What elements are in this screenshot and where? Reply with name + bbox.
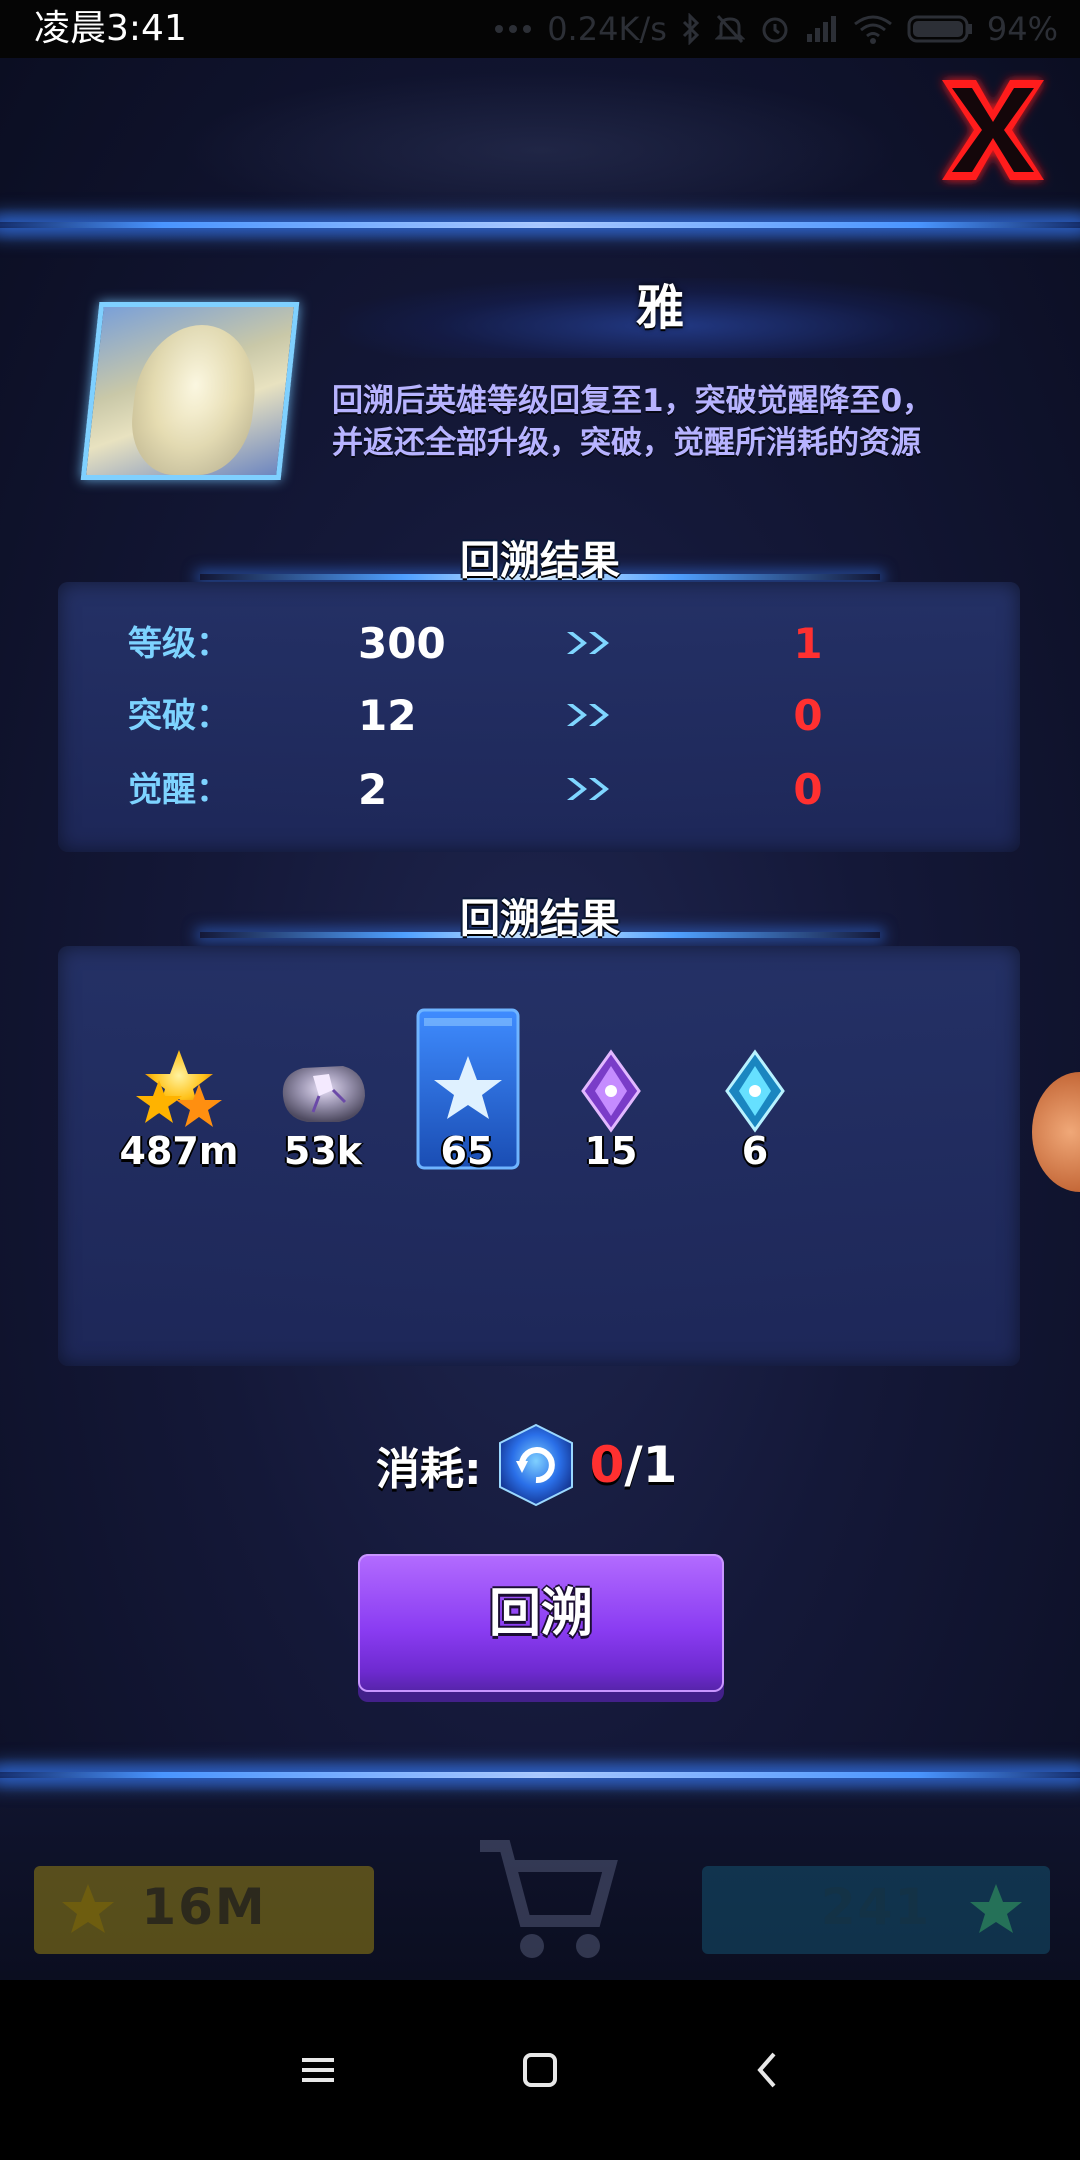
stat-old-value: 12 [358,691,417,740]
stat-row-awakening: 觉醒： 2 0 [58,760,1020,820]
resource-item[interactable]: 487m [104,1006,254,1196]
star-icon [970,1884,1022,1933]
menu-icon [302,2058,334,2082]
status-time: 凌晨3:41 [34,8,187,49]
cyan-crystal-icon [725,1049,785,1133]
resources-panel: 487m 53k 65 15 6 [58,946,1020,1366]
double-arrow-icon [567,632,609,654]
close-button[interactable] [928,70,1058,190]
back-icon [757,2052,776,2088]
background-star-bar: 241 [702,1866,1050,1954]
stat-old-value: 2 [358,765,388,814]
cost-need-value: /1 [624,1436,678,1494]
cost-row: 消耗: 0 /1 [376,1420,677,1510]
hero-description: 回溯后英雄等级回复至1，突破觉醒降至0， 并返还全部升级，突破，觉醒所消耗的资源 [332,383,934,461]
stats-panel: 等级： 300 1 突破： 12 0 觉醒： 2 0 [58,582,1020,852]
stat-row-breakthrough: 突破： 12 0 [58,686,1020,746]
hero-name: 雅 [635,280,684,336]
home-icon [523,2053,557,2087]
stat-label: 等级： [128,624,230,664]
stat-new-value: 0 [793,691,823,740]
resource-item[interactable]: 53k [248,1006,398,1196]
resource-count: 15 [584,1129,638,1173]
resource-count: 487m [119,1129,239,1173]
double-arrow-icon [567,778,609,800]
hero-portrait-art [126,325,262,475]
stat-label: 突破： [128,696,230,736]
rewind-cube-icon [498,1423,573,1507]
more-dots-icon [493,24,533,34]
back-button[interactable] [728,2030,808,2110]
rewind-button-label: 回溯 [488,1584,593,1644]
background-decoration [180,70,900,230]
resources-section-title: 回溯结果 [200,894,880,954]
hero-portrait [80,302,300,480]
resource-count: 65 [440,1129,494,1173]
star-icon [62,1884,114,1933]
bluetooth-icon [681,13,701,45]
alarm-icon [759,13,791,45]
background-gold-bar: 16M [34,1866,374,1954]
menu-button[interactable] [278,2030,358,2110]
network-speed: 0.24K/s [547,10,667,48]
battery-percent: 94% [986,10,1058,48]
resources-section-title-text: 回溯结果 [460,896,620,942]
background-gold-value: 16M [141,1878,267,1936]
battery-icon [907,14,973,44]
cost-label: 消耗: [376,1444,482,1495]
double-arrow-icon [567,704,609,726]
background-star-value: 241 [820,1878,932,1936]
resource-item[interactable]: 15 [536,1006,686,1196]
resource-count: 6 [741,1129,769,1173]
stat-old-value: 300 [358,619,446,668]
resource-item[interactable]: 65 [392,1006,542,1196]
wifi-icon [853,14,893,44]
stat-new-value: 1 [793,619,823,668]
close-icon [942,80,1044,180]
status-bar: 凌晨3:41 0.24K/s 94% [0,0,1080,58]
rewind-button[interactable]: 回溯 [358,1554,724,1692]
stat-new-value: 0 [793,765,823,814]
resource-count: 53k [283,1129,363,1173]
shop-cart-icon [480,1840,618,1958]
status-icons: 0.24K/s 94% [493,6,1058,52]
app-root: 凌晨3:41 0.24K/s 94% 16M 241 雅 回溯后英雄等级回复至1… [0,0,1080,2160]
stats-section-title-text: 回溯结果 [460,538,620,584]
stat-label: 觉醒： [128,770,230,810]
system-navigation-bar [0,1980,1080,2160]
purple-crystal-icon [581,1049,641,1133]
cost-have-value: 0 [589,1436,625,1494]
signal-icon [805,14,839,44]
resource-item[interactable]: 6 [680,1006,830,1196]
ore-stone-icon [282,1066,365,1122]
gold-stars-icon [136,1050,222,1127]
home-button[interactable] [500,2030,580,2110]
stat-row-level: 等级： 300 1 [58,614,1020,674]
mute-icon [714,13,745,45]
